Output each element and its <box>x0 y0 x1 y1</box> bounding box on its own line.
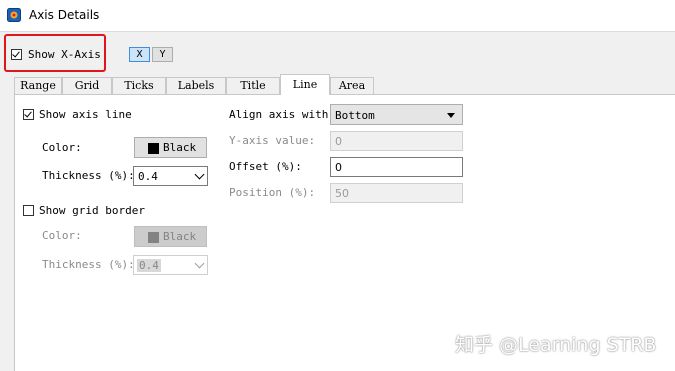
show-x-axis-checkbox[interactable] <box>11 49 22 60</box>
window-title: Axis Details <box>29 8 100 22</box>
y-axis-value-label: Y-axis value: <box>229 134 316 147</box>
grid-thickness-label: Thickness (%): <box>42 258 135 271</box>
grid-thickness-value: 0.4 <box>137 259 161 272</box>
grid-color-label: Color: <box>42 229 82 242</box>
y-axis-button[interactable]: Y <box>152 47 173 62</box>
tab-range[interactable]: Range <box>14 77 62 94</box>
watermark: 知乎 @Learning STRB <box>455 334 657 356</box>
align-axis-select[interactable]: Bottom <box>330 104 463 125</box>
chevron-down-icon <box>194 169 205 180</box>
align-axis-value: Bottom <box>335 109 375 122</box>
axis-color-button[interactable]: Black <box>134 137 207 158</box>
grid-thickness-select[interactable]: 0.4 <box>133 255 208 275</box>
align-axis-label: Align axis with: <box>229 108 335 121</box>
color-swatch <box>148 232 159 243</box>
show-axis-line-checkbox[interactable] <box>23 109 34 120</box>
show-x-axis-label: Show X-Axis <box>28 48 101 61</box>
title-bar: Axis Details <box>0 0 675 32</box>
show-axis-line-label: Show axis line <box>39 108 132 121</box>
x-axis-button[interactable]: X <box>129 47 150 62</box>
tab-grid[interactable]: Grid <box>62 77 112 94</box>
tab-labels[interactable]: Labels <box>166 77 226 94</box>
axis-thickness-value: 0.4 <box>138 170 158 183</box>
axis-thickness-select[interactable]: 0.4 <box>133 166 208 186</box>
grid-color-button[interactable]: Black <box>134 226 207 247</box>
dropdown-arrow-icon <box>447 113 455 118</box>
position-field[interactable]: 50 <box>330 183 463 203</box>
tab-ticks[interactable]: Ticks <box>112 77 166 94</box>
tab-area[interactable]: Area <box>330 77 374 94</box>
position-label: Position (%): <box>229 186 316 199</box>
grid-color-value: Black <box>163 230 197 243</box>
offset-label: Offset (%): <box>229 160 302 173</box>
tab-line[interactable]: Line <box>280 74 330 95</box>
app-icon <box>7 8 21 22</box>
chevron-down-icon <box>194 258 205 269</box>
offset-field[interactable]: 0 <box>330 157 463 177</box>
tab-title[interactable]: Title <box>226 77 280 94</box>
show-grid-border-label: Show grid border <box>39 204 145 217</box>
axis-thickness-label: Thickness (%): <box>42 169 135 182</box>
show-grid-border-checkbox[interactable] <box>23 205 34 216</box>
axis-color-value: Black <box>163 141 197 154</box>
y-axis-value-field[interactable]: 0 <box>330 131 463 151</box>
color-swatch <box>148 143 159 154</box>
axis-color-label: Color: <box>42 141 82 154</box>
